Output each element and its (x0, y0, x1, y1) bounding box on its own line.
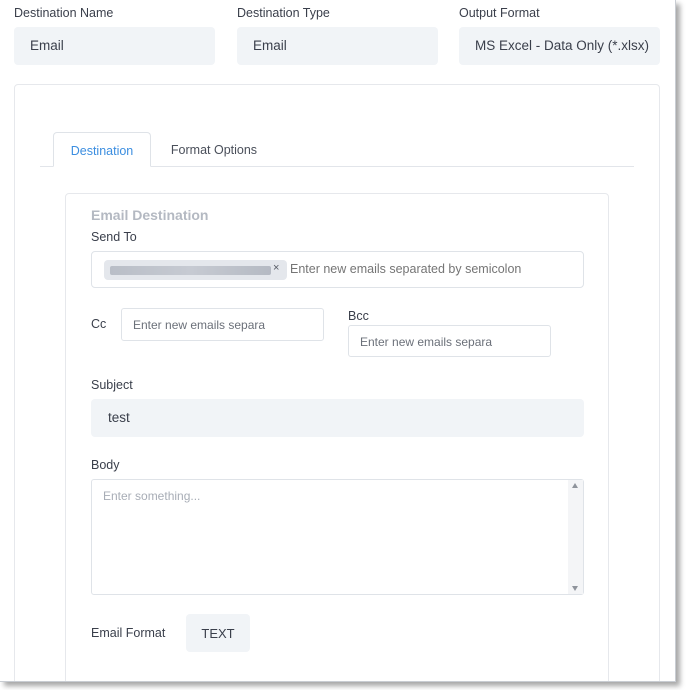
destination-type-label: Destination Type (237, 6, 330, 20)
destination-type-select[interactable]: Email (237, 27, 438, 65)
email-format-label: Email Format (91, 626, 166, 640)
send-to-field[interactable]: × (91, 251, 584, 288)
body-label: Body (91, 458, 120, 472)
destination-type-field: Destination Type (237, 6, 330, 20)
section-title: Email Destination (91, 207, 209, 223)
body-scrollbar[interactable] (568, 480, 583, 594)
remove-recipient-icon[interactable]: × (273, 262, 279, 274)
scroll-down-arrow-icon[interactable] (572, 586, 578, 591)
tab-format-options[interactable]: Format Options (160, 132, 268, 167)
bcc-input[interactable]: Enter new emails separa (348, 325, 551, 357)
destination-name-input[interactable]: Email (14, 27, 215, 65)
output-format-field: Output Format (459, 6, 540, 20)
send-to-input[interactable] (290, 262, 570, 276)
destination-name-label: Destination Name (14, 6, 114, 20)
output-format-select[interactable]: MS Excel - Data Only (*.xlsx) (459, 27, 660, 65)
bcc-label: Bcc (348, 309, 369, 323)
body-textarea[interactable]: Enter something... (91, 479, 584, 595)
tab-destination[interactable]: Destination (53, 132, 151, 167)
body-placeholder: Enter something... (103, 489, 201, 503)
scroll-up-arrow-icon[interactable] (572, 483, 578, 488)
subject-input[interactable]: test (91, 399, 584, 437)
cc-label: Cc (91, 317, 107, 331)
destination-name-field: Destination Name (14, 6, 113, 20)
recipient-email-redacted (110, 266, 271, 275)
destination-dialog: Destination Name Email Destination Type … (0, 0, 676, 682)
email-format-select[interactable]: TEXT (186, 614, 250, 652)
cc-input[interactable]: Enter new emails separa (121, 308, 324, 341)
send-to-label: Send To (91, 230, 137, 244)
recipient-chip[interactable]: × (104, 260, 287, 280)
output-format-label: Output Format (459, 6, 540, 20)
subject-label: Subject (91, 378, 133, 392)
